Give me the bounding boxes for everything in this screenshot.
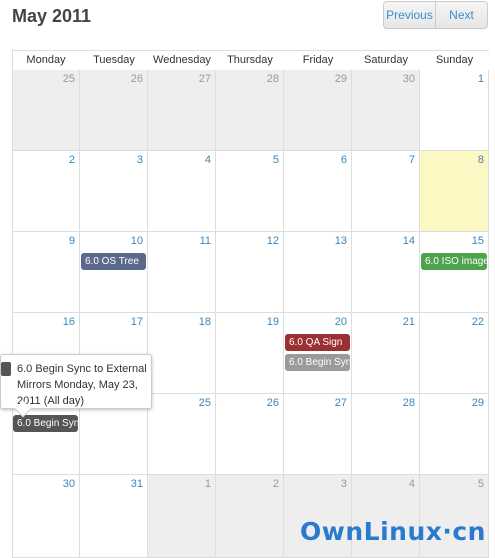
day-number[interactable]: 6 (341, 154, 347, 166)
day-cell[interactable]: 30 (352, 70, 420, 151)
day-number[interactable]: 12 (267, 235, 279, 247)
tooltip-text: 6.0 Begin Sync to External Mirrors Monda… (17, 363, 147, 407)
next-button[interactable]: Next (435, 2, 487, 28)
day-number[interactable]: 9 (69, 235, 75, 247)
weekday-header-sunday: Sunday (435, 54, 474, 66)
day-number[interactable]: 1 (205, 478, 211, 490)
day-number[interactable]: 18 (199, 316, 211, 328)
day-number[interactable]: 16 (63, 316, 75, 328)
day-cell[interactable]: 28 (352, 394, 420, 475)
day-cell[interactable]: 19 (216, 313, 284, 394)
day-number[interactable]: 8 (478, 154, 484, 166)
day-number[interactable]: 1 (478, 73, 484, 85)
day-cell[interactable]: 27 (148, 70, 216, 151)
day-number[interactable]: 22 (472, 316, 484, 328)
day-cell[interactable]: 25 (12, 70, 80, 151)
day-cell[interactable]: 7 (352, 151, 420, 232)
month-nav: Previous Next (383, 1, 488, 29)
day-cell[interactable]: 29 (420, 394, 489, 475)
day-cell[interactable]: 12 (216, 232, 284, 313)
day-number[interactable]: 5 (273, 154, 279, 166)
weekday-header-wednesday: Wednesday (153, 54, 211, 66)
day-cell[interactable]: 31 (80, 475, 148, 558)
day-number[interactable]: 29 (335, 73, 347, 85)
day-number[interactable]: 3 (137, 154, 143, 166)
calendar-event[interactable]: 6.0 Begin Sync (285, 354, 350, 371)
day-cell[interactable]: 1 (420, 70, 489, 151)
day-cell[interactable]: 1 (148, 475, 216, 558)
day-cell[interactable]: 29 (284, 70, 352, 151)
day-cell[interactable]: 28 (216, 70, 284, 151)
day-number[interactable]: 13 (335, 235, 347, 247)
calendar-event[interactable]: 6.0 QA Sign (285, 334, 350, 351)
day-number[interactable]: 27 (335, 397, 347, 409)
day-cell[interactable]: 5 (216, 151, 284, 232)
day-cell[interactable]: 2 (12, 151, 80, 232)
day-number[interactable]: 26 (131, 73, 143, 85)
day-cell[interactable]: 26 (216, 394, 284, 475)
weekday-header-thursday: Thursday (227, 54, 273, 66)
day-number[interactable]: 3 (341, 478, 347, 490)
calendar-title: May 2011 (12, 6, 92, 26)
day-cell[interactable]: 11 (148, 232, 216, 313)
weekday-header-monday: Monday (26, 54, 66, 66)
previous-button[interactable]: Previous (384, 2, 435, 28)
day-number[interactable]: 25 (63, 73, 75, 85)
day-cell[interactable]: 13 (284, 232, 352, 313)
day-cell[interactable]: 21 (352, 313, 420, 394)
day-cell[interactable]: 22 (420, 313, 489, 394)
day-cell[interactable]: 6 (284, 151, 352, 232)
day-number[interactable]: 5 (478, 478, 484, 490)
day-number[interactable]: 7 (409, 154, 415, 166)
day-number[interactable]: 17 (131, 316, 143, 328)
day-cell[interactable]: 10 (80, 232, 148, 313)
day-number[interactable]: 25 (199, 397, 211, 409)
day-number[interactable]: 28 (403, 397, 415, 409)
day-number[interactable]: 2 (273, 478, 279, 490)
day-number[interactable]: 28 (267, 73, 279, 85)
day-cell[interactable]: 9 (12, 232, 80, 313)
weekday-header-friday: Friday (302, 54, 334, 66)
day-cell[interactable]: 18 (148, 313, 216, 394)
day-number[interactable]: 11 (200, 235, 211, 247)
day-cell[interactable]: 14 (352, 232, 420, 313)
day-number[interactable]: 14 (403, 235, 415, 247)
day-cell[interactable]: 30 (12, 475, 80, 558)
day-cell[interactable]: 3 (80, 151, 148, 232)
watermark-logo: OwnLinux·cn (300, 517, 486, 546)
day-number[interactable]: 30 (63, 478, 75, 490)
event-tooltip: 6.0 Begin Sync to External Mirrors Monda… (0, 354, 152, 418)
day-number[interactable]: 26 (267, 397, 279, 409)
day-cell[interactable]: 26 (80, 70, 148, 151)
calendar-event[interactable]: 6.0 ISO image (421, 253, 487, 270)
month-grid: 25 26 27 28 29 30 1 2 3 4 5 6 7 8 9 10 11 12 13 14 15 16 17 18 1… (12, 70, 489, 558)
day-number[interactable]: 19 (267, 316, 279, 328)
day-cell[interactable]: 8 (420, 151, 489, 232)
day-number[interactable]: 21 (403, 316, 415, 328)
day-number[interactable]: 30 (403, 73, 415, 85)
day-number[interactable]: 20 (335, 316, 347, 328)
weekday-header-tuesday: Tuesday (93, 54, 135, 66)
day-number[interactable]: 31 (131, 478, 143, 490)
event-color-swatch (1, 362, 11, 376)
calendar-event[interactable]: 6.0 OS Tree (81, 253, 146, 270)
day-cell[interactable]: 2 (216, 475, 284, 558)
day-cell[interactable]: 4 (148, 151, 216, 232)
day-number[interactable]: 27 (199, 73, 211, 85)
day-cell[interactable]: 27 (284, 394, 352, 475)
weekday-header-saturday: Saturday (363, 54, 409, 66)
day-number[interactable]: 29 (472, 397, 484, 409)
day-cell[interactable]: 25 (148, 394, 216, 475)
day-number[interactable]: 4 (205, 154, 211, 166)
day-number[interactable]: 2 (69, 154, 75, 166)
day-number[interactable]: 4 (409, 478, 415, 490)
day-cell[interactable]: 15 (420, 232, 489, 313)
day-number[interactable]: 15 (472, 235, 484, 247)
day-number[interactable]: 10 (131, 235, 143, 247)
